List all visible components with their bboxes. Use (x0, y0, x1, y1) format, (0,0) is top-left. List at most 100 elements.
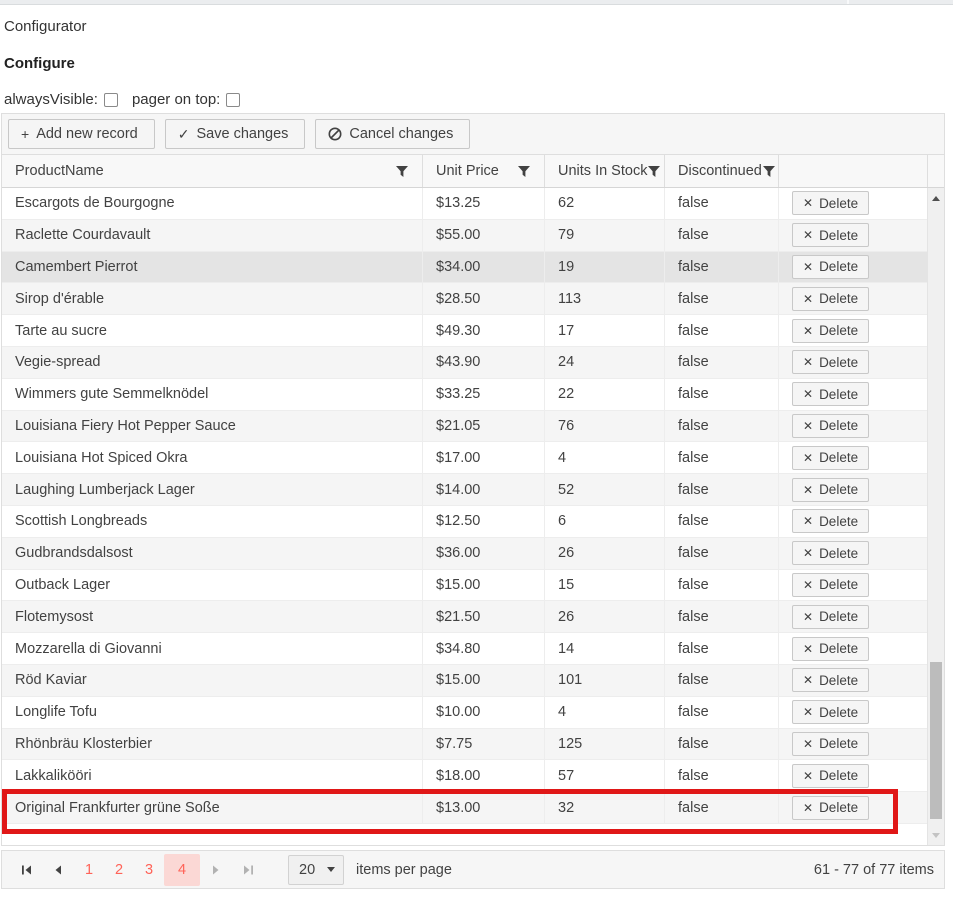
delete-label: Delete (819, 482, 859, 498)
page-button-2[interactable]: 2 (104, 854, 134, 886)
discontinued-cell: false (664, 378, 778, 410)
units-in-stock-cell: 14 (544, 633, 664, 664)
discontinued-cell: false (664, 760, 778, 792)
delete-button[interactable]: ✕ Delete (792, 541, 870, 566)
command-cell: ✕ Delete (778, 315, 927, 346)
delete-button[interactable]: ✕ Delete (792, 223, 870, 248)
table-row[interactable]: Raclette Courdavault $55.00 79 false ✕ D… (2, 219, 927, 252)
add-new-record-button[interactable]: + Add new record (8, 119, 155, 149)
table-row[interactable]: Outback Lager $15.00 15 false ✕ Delete (2, 569, 927, 602)
table-row[interactable]: Sirop d'érable $28.50 113 false ✕ Delete (2, 283, 927, 316)
section-heading: Configure (4, 55, 75, 72)
filter-icon[interactable] (762, 165, 776, 178)
delete-label: Delete (819, 386, 859, 402)
command-cell: ✕ Delete (778, 346, 927, 378)
x-icon: ✕ (803, 546, 814, 561)
filter-icon[interactable] (517, 165, 531, 178)
delete-button[interactable]: ✕ Delete (792, 572, 870, 597)
units-in-stock-cell: 4 (544, 442, 664, 474)
table-row[interactable]: Mozzarella di Giovanni $34.80 14 false ✕… (2, 633, 927, 665)
page-button-3[interactable]: 3 (134, 854, 164, 886)
units-in-stock-cell: 52 (544, 474, 664, 505)
units-in-stock-cell: 79 (544, 219, 664, 251)
delete-button[interactable]: ✕ Delete (792, 382, 870, 407)
unit-price-cell: $12.50 (422, 505, 544, 537)
delete-button[interactable]: ✕ Delete (792, 763, 870, 788)
delete-button[interactable]: ✕ Delete (792, 318, 870, 343)
discontinued-cell: false (664, 283, 778, 315)
table-row[interactable]: Flotemysost $21.50 26 false ✕ Delete (2, 601, 927, 634)
product-name-cell: Gudbrandsdalsost (15, 545, 133, 562)
cancel-changes-button[interactable]: Cancel changes (315, 119, 471, 149)
discontinued-cell: false (664, 251, 778, 283)
previous-page-button[interactable] (42, 854, 74, 886)
delete-button[interactable]: ✕ Delete (792, 509, 870, 534)
delete-label: Delete (819, 736, 859, 752)
last-page-button[interactable] (232, 854, 264, 886)
table-row[interactable]: Laughing Lumberjack Lager $14.00 52 fals… (2, 474, 927, 506)
next-page-button[interactable] (200, 854, 232, 886)
always-visible-checkbox[interactable] (103, 92, 118, 107)
table-row[interactable]: Tarte au sucre $49.30 17 false ✕ Delete (2, 315, 927, 347)
table-row[interactable]: Vegie-spread $43.90 24 false ✕ Delete (2, 346, 927, 379)
discontinued-cell: false (664, 601, 778, 633)
unit-price-cell: $13.00 (422, 792, 544, 823)
delete-button[interactable]: ✕ Delete (792, 413, 870, 438)
command-cell: ✕ Delete (778, 728, 927, 760)
scrollbar-thumb[interactable] (930, 662, 942, 819)
filter-icon[interactable] (395, 165, 409, 178)
page-button-1[interactable]: 1 (74, 854, 104, 886)
table-row[interactable]: Camembert Pierrot $34.00 19 false ✕ Dele… (2, 251, 927, 284)
product-name-cell: Mozzarella di Giovanni (15, 640, 162, 657)
scroll-down-arrow-icon[interactable] (928, 827, 944, 843)
product-name-cell: Rhönbräu Klosterbier (15, 735, 153, 752)
table-row[interactable]: Louisiana Hot Spiced Okra $17.00 4 false… (2, 442, 927, 475)
table-row[interactable]: Gudbrandsdalsost $36.00 26 false ✕ Delet… (2, 537, 927, 570)
table-row[interactable]: Lakkalikööri $18.00 57 false ✕ Delete (2, 760, 927, 793)
delete-button[interactable]: ✕ Delete (792, 286, 870, 311)
pager-on-top-checkbox[interactable] (226, 92, 241, 107)
product-name-cell: Vegie-spread (15, 354, 101, 371)
column-header-discontinued[interactable]: Discontinued (664, 155, 778, 187)
x-icon: ✕ (803, 387, 814, 402)
delete-button[interactable]: ✕ Delete (792, 191, 870, 216)
delete-button[interactable]: ✕ Delete (792, 668, 870, 693)
scroll-up-arrow-icon[interactable] (928, 190, 944, 206)
page-size-dropdown[interactable]: 20 (288, 854, 344, 885)
vertical-scrollbar[interactable] (927, 188, 944, 845)
table-row[interactable]: Wimmers gute Semmelknödel $33.25 22 fals… (2, 378, 927, 411)
units-in-stock-cell: 22 (544, 378, 664, 410)
delete-button[interactable]: ✕ Delete (792, 795, 870, 820)
delete-button[interactable]: ✕ Delete (792, 700, 870, 725)
delete-button[interactable]: ✕ Delete (792, 604, 870, 629)
delete-button[interactable]: ✕ Delete (792, 445, 870, 470)
plus-icon: + (21, 126, 30, 142)
first-page-button[interactable] (10, 854, 42, 886)
delete-button[interactable]: ✕ Delete (792, 350, 870, 375)
unit-price-cell: $14.00 (422, 474, 544, 505)
delete-label: Delete (819, 450, 859, 466)
delete-button[interactable]: ✕ Delete (792, 477, 870, 502)
delete-button[interactable]: ✕ Delete (792, 636, 870, 661)
delete-button[interactable]: ✕ Delete (792, 731, 870, 756)
delete-label: Delete (819, 545, 859, 561)
table-row[interactable]: Rhönbräu Klosterbier $7.75 125 false ✕ D… (2, 728, 927, 761)
save-changes-button[interactable]: ✓ Save changes (164, 119, 306, 149)
x-icon: ✕ (803, 736, 814, 751)
table-row[interactable]: Röd Kaviar $15.00 101 false ✕ Delete (2, 664, 927, 697)
grid-body: Escargots de Bourgogne $13.25 62 false ✕… (2, 188, 927, 834)
filter-icon[interactable] (647, 165, 661, 178)
page-button-4-current[interactable]: 4 (164, 853, 200, 886)
unit-price-cell: $21.50 (422, 601, 544, 633)
column-header-units-in-stock[interactable]: Units In Stock (544, 155, 664, 187)
product-name-cell: Sirop d'érable (15, 290, 105, 307)
delete-button[interactable]: ✕ Delete (792, 254, 870, 279)
table-row[interactable]: Original Frankfurter grüne Soße $13.00 3… (2, 789, 927, 834)
table-row[interactable]: Louisiana Fiery Hot Pepper Sauce $21.05 … (2, 410, 927, 443)
column-header-productname[interactable]: ProductName (2, 155, 422, 187)
discontinued-cell: false (664, 505, 778, 537)
table-row[interactable]: Escargots de Bourgogne $13.25 62 false ✕… (2, 188, 927, 220)
column-header-unit-price[interactable]: Unit Price (422, 155, 544, 187)
table-row[interactable]: Longlife Tofu $10.00 4 false ✕ Delete (2, 696, 927, 729)
table-row[interactable]: Scottish Longbreads $12.50 6 false ✕ Del… (2, 505, 927, 538)
